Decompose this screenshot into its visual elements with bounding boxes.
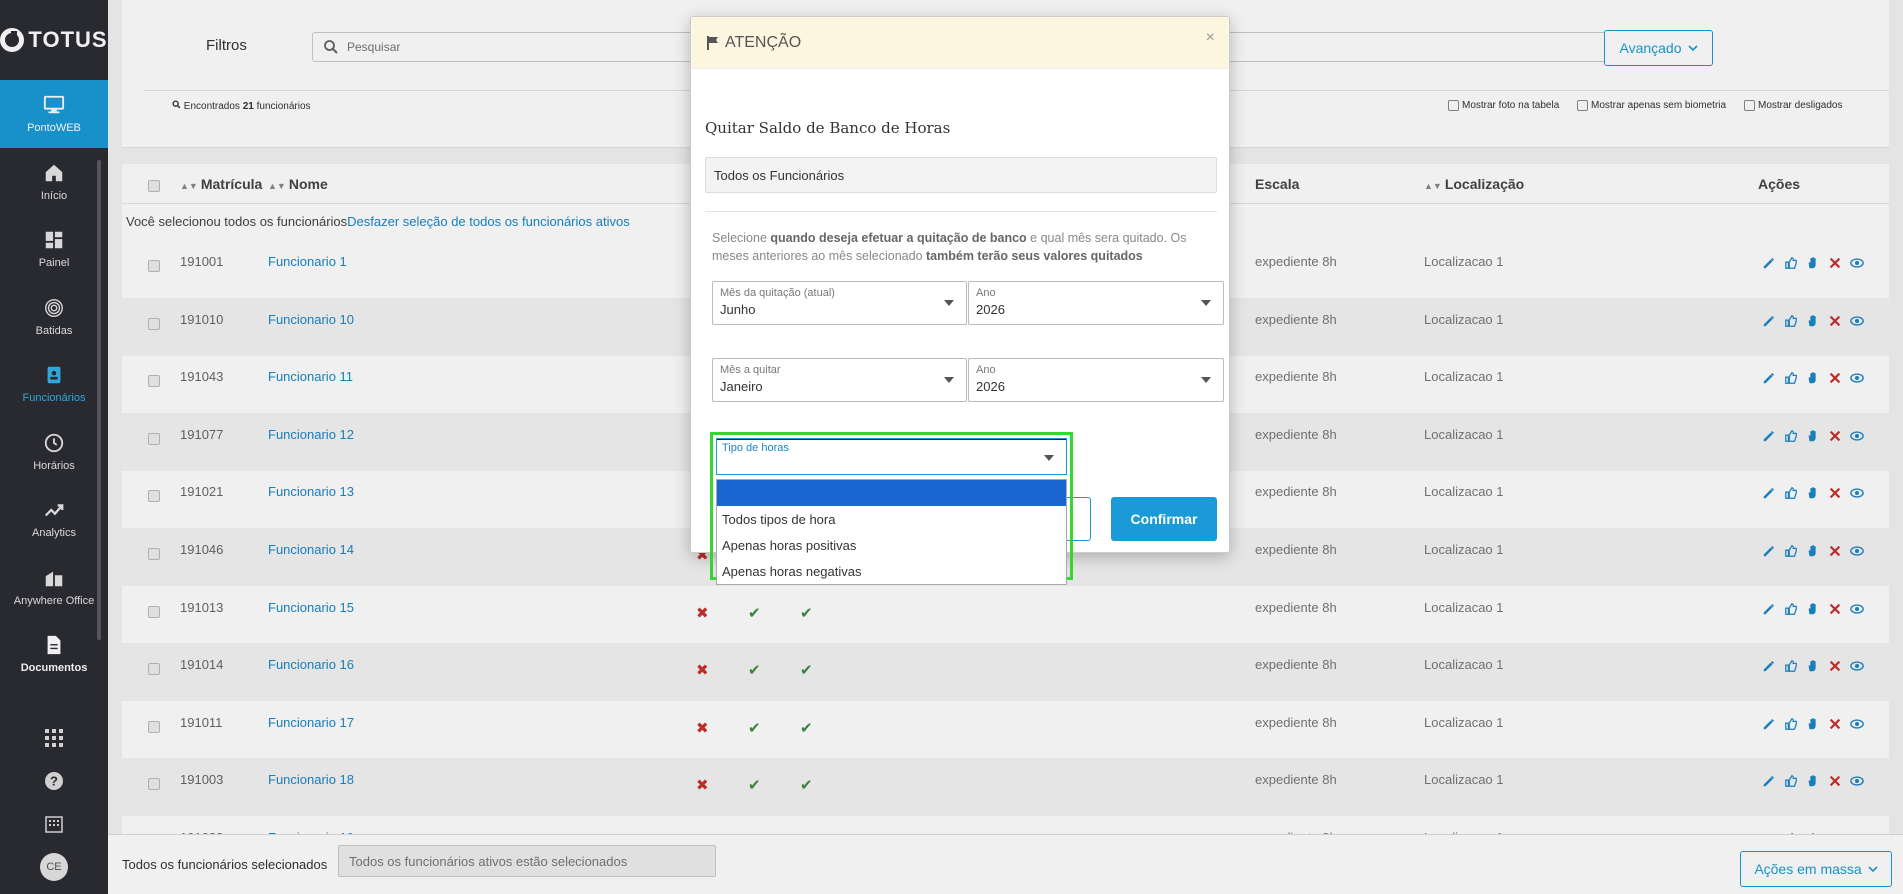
modal-description: Selecione quando deseja efetuar a quitaç… — [712, 231, 1187, 263]
option-todos-tipos[interactable]: Todos tipos de hora — [717, 506, 1066, 532]
select-ano-quitacao[interactable]: Ano 2026 — [968, 281, 1224, 325]
confirm-button[interactable]: Confirmar — [1111, 497, 1217, 541]
tipo-horas-options: Todos tipos de hora Apenas horas positiv… — [716, 479, 1067, 585]
modal-title: Quitar Saldo de Banco de Horas — [705, 119, 951, 137]
caret-down-icon — [1044, 455, 1054, 461]
option-horas-negativas[interactable]: Apenas horas negativas — [717, 558, 1066, 584]
option-empty[interactable] — [717, 480, 1066, 506]
modal-close-icon[interactable]: × — [1206, 29, 1215, 47]
caret-down-icon — [944, 300, 954, 306]
select-ano-quitar[interactable]: Ano 2026 — [968, 358, 1224, 402]
select-mes-quitar[interactable]: Mês a quitar Janeiro — [712, 358, 967, 402]
select-mes-quitacao[interactable]: Mês da quitação (atual) Junho — [712, 281, 967, 325]
caret-down-icon — [944, 377, 954, 383]
modal-scope-field: Todos os Funcionários — [705, 157, 1217, 193]
select-tipo-horas[interactable]: Tipo de horas — [716, 438, 1067, 475]
option-horas-positivas[interactable]: Apenas horas positivas — [717, 532, 1066, 558]
caret-down-icon — [1201, 377, 1211, 383]
flag-icon — [707, 35, 718, 50]
caret-down-icon — [1201, 300, 1211, 306]
highlight-frame: Tipo de horas Todos tipos de hora Apenas… — [710, 432, 1073, 585]
modal-header: ATENÇÃO — [691, 17, 1229, 69]
modal-divider — [705, 211, 1217, 212]
